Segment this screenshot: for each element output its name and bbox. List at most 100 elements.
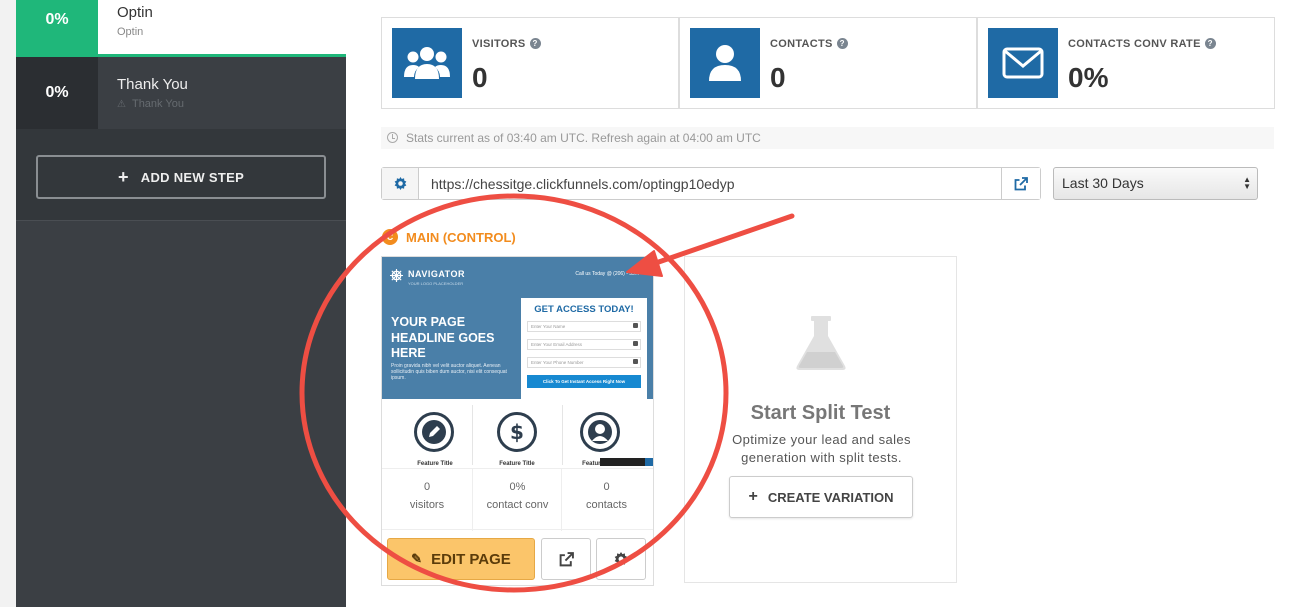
edit-icon: ✎ xyxy=(411,551,423,566)
step-title: Thank You xyxy=(117,76,188,93)
stat-label-text: CONTACTS CONV RATE xyxy=(1068,38,1201,50)
thumbnail-form: GET ACCESS TODAY! Enter Your Name Enter … xyxy=(521,298,647,399)
preview-page-button[interactable] xyxy=(541,538,591,580)
thumbnail-feature: $ xyxy=(495,412,539,456)
create-variation-label: CREATE VARIATION xyxy=(767,489,894,505)
add-new-step-button[interactable]: + ADD NEW STEP xyxy=(36,155,326,199)
funnel-step-thank-you[interactable]: 0% Thank You ⚠ Thank You xyxy=(16,57,346,141)
thumbnail-logo-sub: YOUR LOGO PLACEHOLDER xyxy=(408,281,464,286)
stat-label: VISITORS? xyxy=(472,38,541,50)
step-title: Optin xyxy=(117,4,153,21)
variant-stat-label: contact conv xyxy=(486,499,549,511)
thumbnail-feature xyxy=(578,412,622,456)
gear-icon xyxy=(394,177,406,190)
gear-icon xyxy=(614,552,628,566)
thumbnail-hero: NAVIGATOR YOUR LOGO PLACEHOLDER Call us … xyxy=(382,257,653,399)
stat-value-conv-rate: 0% xyxy=(1068,62,1109,93)
phone-icon xyxy=(633,359,638,364)
step-subtitle: Optin xyxy=(117,26,144,38)
thumbnail-divider xyxy=(472,405,473,465)
envelope-icon xyxy=(633,341,638,346)
split-test-title: Start Split Test xyxy=(750,402,891,424)
stat-label-text: CONTACTS xyxy=(770,38,833,50)
page-settings-button[interactable] xyxy=(596,538,646,580)
thumbnail-field: Enter Your Phone Number xyxy=(527,357,641,368)
thumbnail-feature xyxy=(412,412,456,456)
stat-card-contacts: CONTACTS? 0 xyxy=(679,17,977,109)
thumbnail-logo: NAVIGATOR xyxy=(408,269,466,279)
pencil-icon xyxy=(414,412,454,452)
stat-label: CONTACTS CONV RATE? xyxy=(1068,38,1216,50)
date-range-select[interactable]: Last 30 Days ▲ ▼ xyxy=(1053,167,1258,200)
add-new-step-label: ADD NEW STEP xyxy=(140,169,245,185)
variant-card-main: NAVIGATOR YOUR LOGO PLACEHOLDER Call us … xyxy=(381,256,654,586)
funnel-steps-sidebar: 0% Optin Optin 0% Thank You ⚠ Thank You +… xyxy=(0,0,346,607)
flask-icon xyxy=(796,316,846,370)
thumbnail-field-text: Enter Your Name xyxy=(531,324,566,329)
variant-stat: 0% contact conv xyxy=(472,469,562,531)
thumbnail-field: Enter Your Email Address xyxy=(527,339,641,350)
edit-page-button[interactable]: ✎ EDIT PAGE xyxy=(387,538,535,580)
add-step-area: + ADD NEW STEP xyxy=(16,129,346,221)
envelope-icon xyxy=(988,28,1058,98)
stats-refresh-note: Stats current as of 03:40 am UTC. Refres… xyxy=(381,127,1274,149)
clock-icon xyxy=(387,132,398,143)
external-link-icon xyxy=(1014,176,1028,190)
stat-label: CONTACTS? xyxy=(770,38,848,50)
open-url-button[interactable] xyxy=(1001,168,1040,199)
dollar-icon: $ xyxy=(497,412,537,452)
thumbnail-headline: YOUR PAGE HEADLINE GOES HERE xyxy=(391,315,495,360)
variant-title: C MAIN (CONTROL) xyxy=(382,229,516,245)
split-test-description: Optimize your lead and sales generation … xyxy=(732,432,911,465)
stat-value-contacts: 0 xyxy=(770,62,786,93)
thumbnail-field-text: Enter Your Email Address xyxy=(531,342,583,347)
thumbnail-divider xyxy=(562,405,563,465)
variant-stat-label: contacts xyxy=(586,499,627,511)
page-thumbnail[interactable]: NAVIGATOR YOUR LOGO PLACEHOLDER Call us … xyxy=(382,257,653,468)
thumbnail-field: Enter Your Name xyxy=(527,321,641,332)
thumbnail-field-text: Enter Your Phone Number xyxy=(531,360,584,365)
help-icon[interactable]: ? xyxy=(1204,38,1216,49)
thumbnail-body: Proin gravida nibh vel velit auctor aliq… xyxy=(391,363,507,381)
date-range-value: Last 30 Days xyxy=(1062,175,1144,191)
user-icon xyxy=(633,323,638,328)
step-conversion-percent: 0% xyxy=(16,0,98,66)
helm-icon xyxy=(390,269,403,282)
variant-stat-value: 0% xyxy=(509,481,526,493)
funnel-step-optin[interactable]: 0% Optin Optin xyxy=(16,0,346,66)
stat-label-text: VISITORS xyxy=(472,38,526,50)
step-subtitle: ⚠ Thank You xyxy=(117,98,184,110)
edit-page-label: EDIT PAGE xyxy=(431,550,511,568)
stats-refresh-text: Stats current as of 03:40 am UTC. Refres… xyxy=(406,131,761,145)
thumbnail-badge xyxy=(600,458,653,466)
warning-icon: ⚠ xyxy=(117,99,126,110)
variant-stat: 0 contacts xyxy=(561,469,651,531)
help-icon[interactable]: ? xyxy=(836,38,848,49)
thumbnail-cta: Click To Get Instant Access Right Now xyxy=(527,375,641,388)
page-url-bar: https://chessitge.clickfunnels.com/optin… xyxy=(381,167,1041,200)
variant-stat: 0 visitors xyxy=(382,469,472,531)
thumbnail-feature-title: Feature Title xyxy=(499,461,535,467)
control-badge: C xyxy=(382,229,398,245)
variant-stat-label: visitors xyxy=(409,499,445,511)
variant-title-text: MAIN (CONTROL) xyxy=(406,229,516,245)
thumbnail-phone: Call us Today @ (206) - 55... xyxy=(575,271,639,277)
url-settings-button[interactable] xyxy=(382,168,419,199)
page-url[interactable]: https://chessitge.clickfunnels.com/optin… xyxy=(431,176,735,192)
variant-stat-value: 0 xyxy=(423,481,431,493)
split-test-card: Start Split Test Optimize your lead and … xyxy=(684,256,957,583)
plus-icon: + xyxy=(748,488,758,505)
step-subtitle-text: Thank You xyxy=(131,98,184,110)
users-icon xyxy=(392,28,462,98)
user-icon xyxy=(690,28,760,98)
stat-value-visitors: 0 xyxy=(472,62,488,93)
create-variation-button[interactable]: + CREATE VARIATION xyxy=(729,476,913,518)
plus-icon: + xyxy=(117,166,129,187)
sidebar-edge xyxy=(0,0,16,607)
select-arrows-icon: ▲ ▼ xyxy=(1243,175,1251,191)
external-link-icon xyxy=(559,551,574,566)
thumbnail-form-title: GET ACCESS TODAY! xyxy=(534,304,634,315)
variant-stat-value: 0 xyxy=(603,481,610,493)
help-icon[interactable]: ? xyxy=(529,38,541,49)
step-conversion-percent: 0% xyxy=(16,57,98,141)
